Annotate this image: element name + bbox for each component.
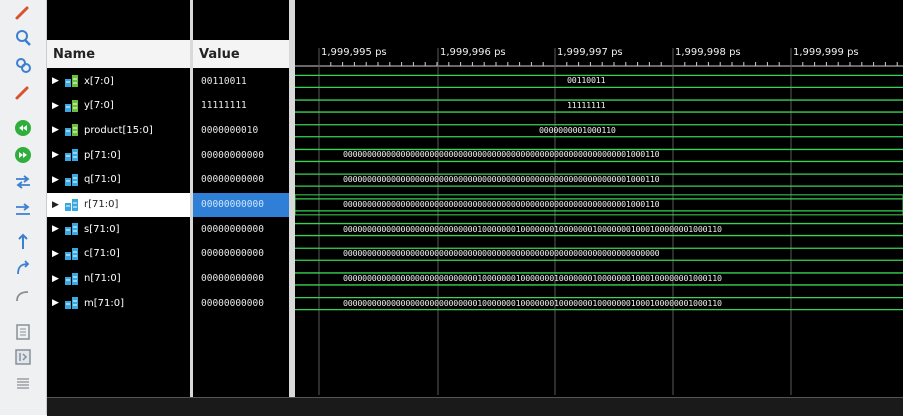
signal-name: y[7:0] (84, 100, 114, 112)
signal-name: n[71:0] (84, 273, 121, 285)
bus-signal-icon (65, 272, 78, 285)
signal-value: 00000000000 (201, 174, 264, 186)
bus-signal-icon (65, 223, 78, 236)
float-icon[interactable] (13, 347, 33, 367)
horizontal-scrollbar[interactable] (47, 397, 903, 416)
bus-signal-icon (65, 124, 78, 137)
signal-row[interactable]: ▶ q[71:0] (47, 168, 190, 192)
signal-name: p[71:0] (84, 149, 121, 161)
bus-value-label: 0000000001000110 (539, 124, 616, 135)
add-marker-icon[interactable] (13, 199, 33, 219)
signal-value: 00000000000 (201, 273, 264, 285)
value-column-header[interactable]: Value (193, 40, 289, 68)
signal-value: 00000000000 (201, 149, 264, 161)
bus-value-label: 0000000000000000000000000000100000001000… (343, 272, 722, 283)
signal-value: 00000000000 (201, 248, 264, 260)
layout-icon[interactable] (13, 322, 33, 342)
bus-value-label: 11111111 (567, 100, 606, 111)
signal-name: m[71:0] (84, 297, 124, 309)
bus-signal-icon (65, 297, 78, 310)
snap-icon[interactable] (13, 286, 33, 306)
bus-signal-icon (65, 247, 78, 260)
bus-value-label: 0000000000000000000000000000000000000000… (343, 248, 660, 259)
signal-row[interactable]: ▶ c[71:0] (47, 242, 190, 266)
signal-name: c[71:0] (84, 248, 120, 260)
ruler-tick-label: 1,999,998 ps (675, 47, 741, 58)
signal-value: 0000000010 (201, 124, 259, 136)
go-to-end-icon[interactable] (13, 145, 33, 165)
bus-signal-icon (65, 173, 78, 186)
signal-row[interactable]: ▶ r[71:0] (47, 192, 190, 217)
signal-value: 00000000000 (201, 223, 264, 235)
waveform-panel[interactable]: 1,999,995 ps 1,999,996 ps 1,999,997 ps 1,99… (295, 0, 903, 415)
bus-value-label: 0000000000000000000000000000100000001000… (343, 297, 722, 308)
signal-value-row[interactable]: 00000000000 (193, 291, 289, 315)
signal-name: q[71:0] (84, 174, 121, 186)
expand-arrow-icon[interactable]: ▶ (52, 249, 64, 259)
expand-arrow-icon[interactable]: ▶ (52, 200, 64, 210)
expand-arrow-icon[interactable]: ▶ (52, 298, 64, 308)
expand-arrow-icon[interactable]: ▶ (52, 125, 64, 135)
zoom-out-icon[interactable] (13, 55, 33, 75)
bus-value-label: 0000000000000000000000000000000000000000… (343, 174, 660, 185)
previous-transition-icon[interactable] (13, 232, 33, 252)
wave-toolbar (0, 0, 47, 415)
signal-row[interactable]: ▶ p[71:0] (47, 143, 190, 167)
signal-value-row[interactable]: 00110011 (193, 69, 289, 93)
signal-value-row[interactable]: 00000000000 (193, 242, 289, 266)
expand-arrow-icon[interactable]: ▶ (52, 175, 64, 185)
signal-value: 00000000000 (201, 199, 264, 210)
value-panel: Value 00110011 11111111 0000000010 00000000… (193, 0, 289, 415)
signal-value-row[interactable]: 00000000000 (193, 217, 289, 241)
bus-value-label: 0000000000000000000000000000000000000000… (343, 149, 660, 160)
signal-value: 00110011 (201, 75, 247, 87)
signal-name: product[15:0] (84, 124, 153, 136)
signal-value: 11111111 (201, 100, 247, 112)
signal-row[interactable]: ▶ product[15:0] (47, 118, 190, 142)
signal-row[interactable]: ▶ y[7:0] (47, 94, 190, 118)
signal-value-row[interactable]: 11111111 (193, 94, 289, 118)
expand-arrow-icon[interactable]: ▶ (52, 150, 64, 160)
ruler-tick-label: 1,999,999 ps (793, 47, 859, 58)
signal-name: s[71:0] (84, 223, 120, 235)
expand-arrow-icon[interactable]: ▶ (52, 76, 64, 86)
bus-value-label: 00110011 (567, 75, 606, 86)
ruler-tick-label: 1,999,996 ps (440, 47, 506, 58)
bus-signal-icon (65, 75, 78, 87)
list-icon[interactable] (13, 373, 33, 393)
signal-name: r[71:0] (84, 199, 119, 210)
signal-value-row[interactable]: 00000000000 (193, 143, 289, 167)
signal-row[interactable]: ▶ s[71:0] (47, 217, 190, 241)
bus-value-label: 0000000000000000000000000000100000001000… (343, 223, 722, 234)
bus-signal-icon (65, 99, 78, 112)
next-transition-icon[interactable] (13, 259, 33, 279)
swap-icon[interactable] (13, 172, 33, 192)
ruler-tick-label: 1,999,997 ps (557, 47, 623, 58)
ruler-tick-label: 1,999,995 ps (321, 47, 387, 58)
signal-row[interactable]: ▶ n[71:0] (47, 267, 190, 291)
signal-value: 00000000000 (201, 297, 264, 309)
expand-arrow-icon[interactable]: ▶ (52, 274, 64, 284)
bus-value-label: 0000000000000000000000000000000000000000… (343, 198, 660, 209)
value-column-label: Value (199, 46, 240, 62)
signal-value-row[interactable]: 00000000000 (193, 267, 289, 291)
bus-signal-icon (65, 149, 78, 162)
signal-row[interactable]: ▶ x[7:0] (47, 69, 190, 93)
name-column-label: Name (53, 46, 96, 62)
bus-signal-icon (65, 198, 78, 211)
zoom-in-icon[interactable] (13, 28, 33, 48)
signal-value-row[interactable]: 0000000010 (193, 118, 289, 142)
name-panel: Name ▶ x[7:0] ▶ y[7:0] ▶ product[15:0] ▶ p[71:0… (47, 0, 190, 415)
zoom-fit-icon[interactable] (13, 2, 33, 22)
signal-value-row[interactable]: 00000000000 (193, 168, 289, 192)
signal-value-row[interactable]: 00000000000 (193, 192, 289, 217)
name-column-header[interactable]: Name (47, 40, 190, 68)
marker-icon[interactable] (13, 82, 33, 102)
expand-arrow-icon[interactable]: ▶ (52, 224, 64, 234)
go-to-start-icon[interactable] (13, 118, 33, 138)
signal-row[interactable]: ▶ m[71:0] (47, 291, 190, 315)
expand-arrow-icon[interactable]: ▶ (52, 101, 64, 111)
signal-name: x[7:0] (84, 75, 114, 87)
